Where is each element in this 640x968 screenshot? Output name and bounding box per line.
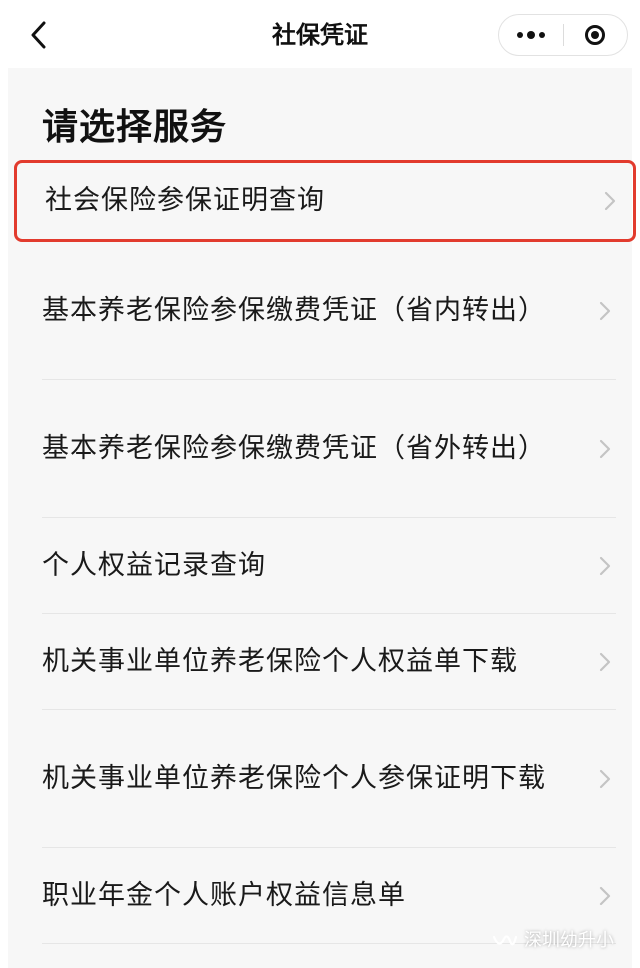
- chevron-right-icon: [604, 191, 616, 211]
- chevron-right-icon: [599, 886, 611, 905]
- list-item-label: 个人权益记录查询: [42, 549, 266, 581]
- list-item-label: 社会保险参保证明查询: [45, 185, 325, 216]
- list-item-label: 职业年金个人账户权益信息单: [42, 879, 406, 911]
- service-item-social-insurance-proof[interactable]: 社会保险参保证明查询: [14, 160, 636, 242]
- service-item-pension-out-province[interactable]: 基本养老保险参保缴费凭证（省外转出）: [42, 380, 616, 518]
- chevron-right-icon: [599, 556, 611, 575]
- chevron-right-icon: [599, 301, 611, 320]
- chevron-right-icon: [599, 439, 611, 458]
- service-item-institution-proof-download[interactable]: 机关事业单位养老保险个人参保证明下载: [42, 710, 616, 848]
- list-item-label: 基本养老保险参保缴费凭证（省内转出）: [42, 294, 546, 326]
- content-panel: 请选择服务 社会保险参保证明查询 基本养老保险参保缴费凭证（省内转出） 基本养老…: [8, 68, 636, 968]
- service-list: 社会保险参保证明查询 基本养老保险参保缴费凭证（省内转出） 基本养老保险参保缴费…: [8, 160, 636, 944]
- more-button[interactable]: [499, 15, 563, 55]
- service-item-pension-in-province[interactable]: 基本养老保险参保缴费凭证（省内转出）: [42, 242, 616, 380]
- service-item-institution-rights-download[interactable]: 机关事业单位养老保险个人权益单下载: [42, 614, 616, 710]
- miniprogram-capsule: [498, 14, 628, 56]
- watermark: 深圳幼升小: [492, 930, 614, 952]
- miniprogram-close-icon: [585, 25, 606, 45]
- wechat-channel-icon: [492, 935, 518, 946]
- list-item-label: 基本养老保险参保缴费凭证（省外转出）: [42, 432, 546, 464]
- chevron-right-icon: [599, 652, 611, 671]
- list-item-label: 机关事业单位养老保险个人参保证明下载: [42, 762, 546, 794]
- close-miniprogram-button[interactable]: [564, 15, 628, 55]
- service-item-personal-rights-record[interactable]: 个人权益记录查询: [42, 518, 616, 614]
- more-dots-icon: [516, 31, 545, 39]
- section-heading: 请选择服务: [42, 107, 228, 148]
- chevron-right-icon: [599, 769, 611, 788]
- navigation-bar: 社保凭证: [0, 0, 640, 68]
- watermark-text: 深圳幼升小: [524, 930, 614, 951]
- list-item-label: 机关事业单位养老保险个人权益单下载: [42, 645, 518, 677]
